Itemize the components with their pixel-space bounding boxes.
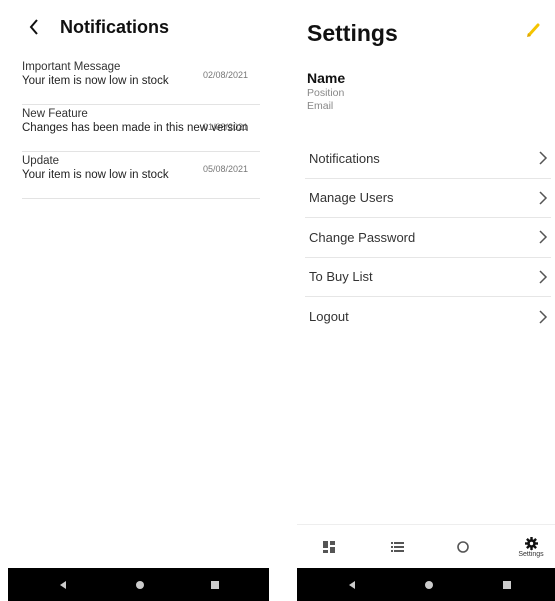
- profile-name: Name: [307, 70, 346, 86]
- system-nav-bar: [8, 568, 269, 601]
- notification-list: Important Message Your item is now low i…: [22, 58, 260, 199]
- menu-item-label: To Buy List: [309, 269, 373, 285]
- system-back-button[interactable]: [48, 568, 78, 601]
- tab-dashboard[interactable]: [309, 525, 349, 569]
- edit-button[interactable]: [523, 20, 543, 40]
- back-triangle-icon: [60, 580, 66, 589]
- menu-item-to-buy-list[interactable]: To Buy List: [305, 258, 551, 297]
- chevron-left-icon: [29, 19, 38, 35]
- notifications-header: Notifications: [22, 14, 259, 40]
- bottom-tab-bar: Settings: [297, 524, 555, 568]
- settings-menu: Notifications Manage Users Change Passwo…: [305, 139, 551, 337]
- back-triangle-icon: [349, 580, 355, 589]
- notification-date: 02/08/2021: [202, 70, 248, 80]
- notification-item[interactable]: Important Message Your item is now low i…: [22, 58, 260, 105]
- system-home-button[interactable]: [414, 568, 444, 601]
- settings-screen: Settings Name Position Email Notificatio…: [297, 0, 555, 601]
- menu-item-logout[interactable]: Logout: [305, 297, 551, 337]
- chevron-right-icon: [539, 270, 548, 284]
- profile-info: Name Position Email: [307, 70, 345, 113]
- menu-item-change-password[interactable]: Change Password: [305, 218, 551, 258]
- notification-heading: New Feature: [22, 108, 88, 120]
- menu-item-label: Notifications: [309, 150, 380, 166]
- menu-item-label: Manage Users: [309, 190, 394, 206]
- page-title: Settings: [307, 20, 398, 46]
- tab-list[interactable]: [377, 525, 417, 569]
- list-icon: [390, 542, 404, 552]
- tab-label: Settings: [518, 550, 544, 558]
- chevron-right-icon: [539, 151, 548, 165]
- home-circle-icon: [425, 580, 433, 589]
- profile-email: Email: [307, 100, 334, 112]
- tab-settings[interactable]: Settings: [511, 525, 551, 569]
- system-nav-bar: [297, 568, 555, 601]
- menu-item-label: Change Password: [309, 229, 416, 245]
- system-back-button[interactable]: [337, 568, 367, 601]
- recents-square-icon: [211, 580, 219, 589]
- circle-icon: [457, 541, 469, 553]
- profile-position: Position: [307, 87, 345, 99]
- tab-circle[interactable]: [443, 525, 483, 569]
- gear-icon: [524, 536, 538, 550]
- back-button[interactable]: [22, 15, 46, 39]
- menu-item-notifications[interactable]: Notifications: [305, 139, 551, 179]
- dashboard-icon: [323, 541, 335, 553]
- menu-item-manage-users[interactable]: Manage Users: [305, 179, 551, 218]
- notification-item[interactable]: Update Your item is now low in stock 05/…: [22, 152, 260, 199]
- notification-date: 05/08/2021: [202, 164, 248, 174]
- chevron-right-icon: [539, 310, 548, 324]
- page-title: Notifications: [60, 16, 170, 37]
- pencil-icon: [527, 23, 540, 37]
- chevron-right-icon: [539, 230, 548, 244]
- menu-item-label: Logout: [309, 309, 349, 325]
- notifications-screen: Notifications Important Message Your ite…: [0, 0, 269, 601]
- system-recents-button[interactable]: [200, 568, 230, 601]
- system-home-button[interactable]: [125, 568, 155, 601]
- recents-square-icon: [503, 580, 511, 589]
- notification-body: Changes has been made in this new versio…: [22, 122, 249, 134]
- home-circle-icon: [136, 580, 144, 589]
- chevron-right-icon: [539, 191, 548, 205]
- notification-item[interactable]: New Feature 01/08/2021 Changes has been …: [22, 105, 260, 152]
- system-recents-button[interactable]: [492, 568, 522, 601]
